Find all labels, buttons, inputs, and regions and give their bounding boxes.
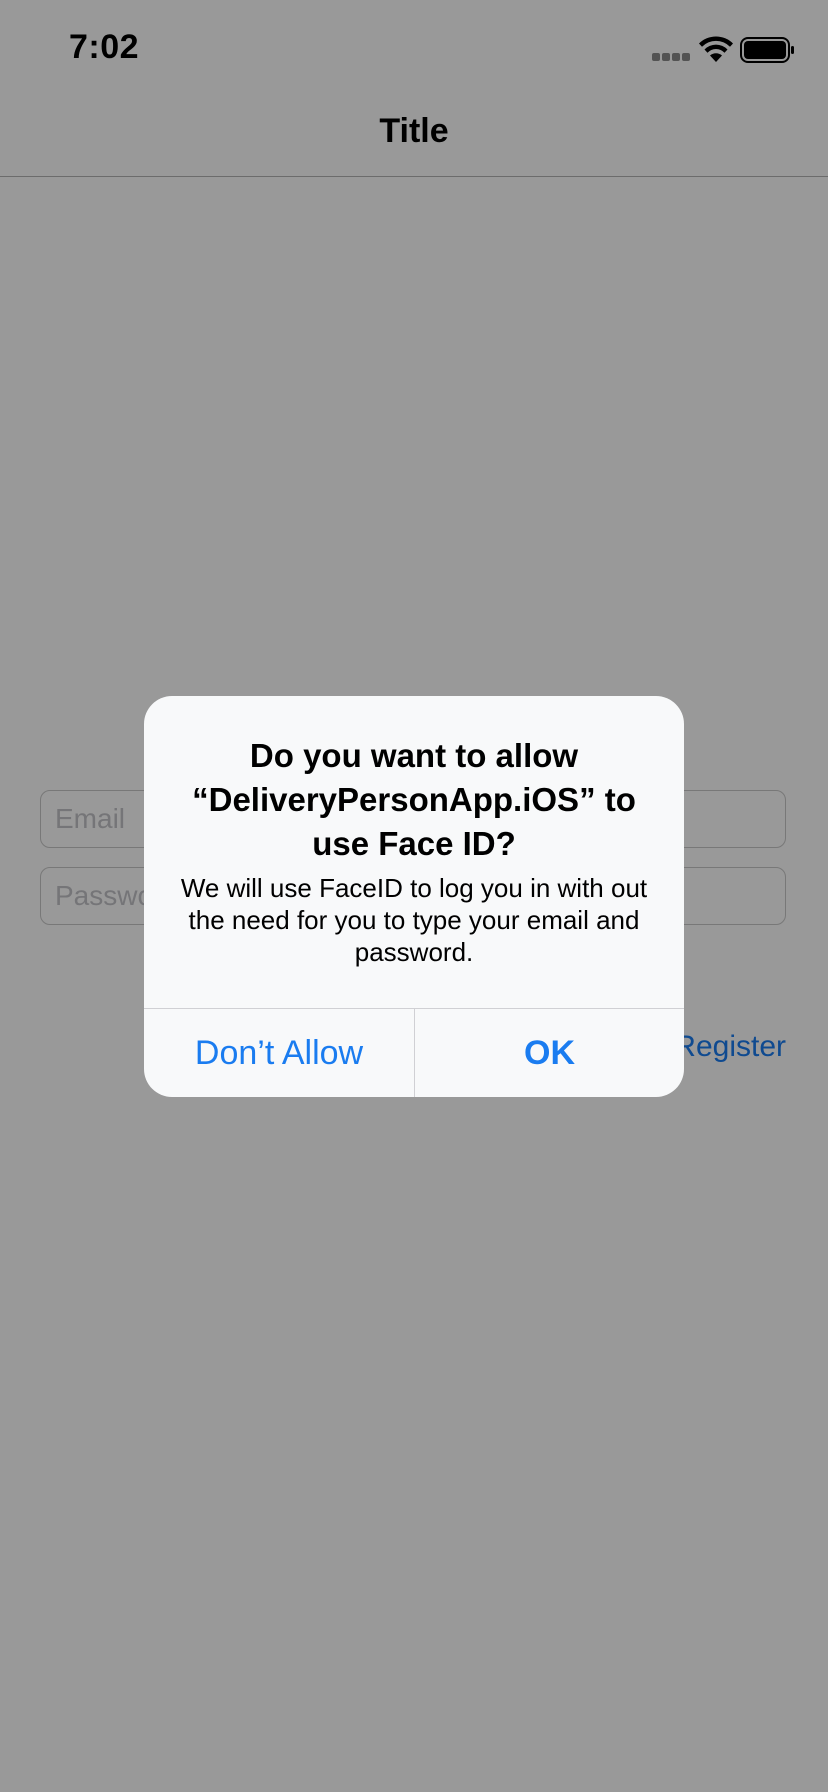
alert-message: We will use FaceID to log you in with ou…	[180, 873, 648, 967]
alert-title: Do you want to allow “DeliveryPersonApp.…	[192, 737, 636, 862]
face-id-permission-alert: Do you want to allow “DeliveryPersonApp.…	[144, 696, 684, 1097]
dont-allow-button[interactable]: Don’t Allow	[144, 1009, 414, 1097]
ok-button[interactable]: OK	[415, 1009, 684, 1097]
app-screen: 7:02 Title Register Do you want to allow…	[0, 0, 828, 1792]
